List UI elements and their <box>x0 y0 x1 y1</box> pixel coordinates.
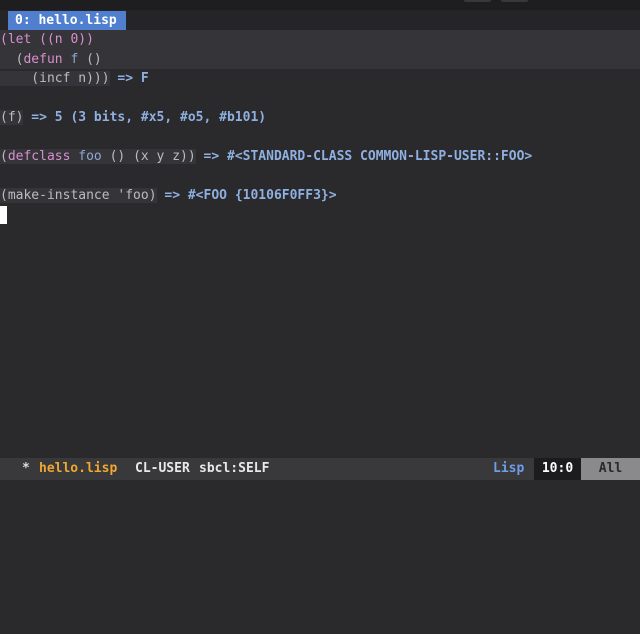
keyword: defclass <box>7 149 71 164</box>
code-line: (incf n))) => F <box>0 69 149 89</box>
code-text: ( <box>0 51 24 67</box>
text-cursor <box>0 206 7 224</box>
package-name: CL-USER <box>135 461 190 476</box>
modified-indicator: * <box>22 461 30 476</box>
eval-result: => 5 (3 bits, #x5, #o5, #b101) <box>23 110 267 125</box>
scroll-position: All <box>581 458 640 480</box>
function-name: foo <box>78 149 102 164</box>
window-button[interactable] <box>501 0 528 2</box>
code-text: () <box>78 51 102 67</box>
lisp-implementation: sbcl:SELF <box>199 461 270 476</box>
code-text: (incf n))) <box>0 71 110 86</box>
tab-hello-lisp[interactable]: 0: hello.lisp <box>8 11 126 30</box>
eval-result: => #<STANDARD-CLASS COMMON-LISP-USER::FO… <box>195 149 533 164</box>
code-line: (defclass foo () (x y z)) => #<STANDARD-… <box>0 147 532 167</box>
code-text: (f) <box>0 110 24 125</box>
buffer-name[interactable]: hello.lisp <box>39 458 117 480</box>
major-mode[interactable]: Lisp <box>493 458 524 480</box>
code-line: (let ((n 0)) <box>0 30 640 50</box>
code-line: (f) => 5 (3 bits, #x5, #o5, #b101) <box>0 108 266 128</box>
mode-line: * hello.lisp CL-USER sbcl:SELF Lisp 10:0… <box>0 458 640 480</box>
code-text: ( <box>0 149 8 164</box>
keyword: defun <box>23 51 63 67</box>
code-text: (let ((n 0)) <box>0 32 94 47</box>
window-button[interactable] <box>464 0 491 2</box>
eval-result: => #<FOO {10106F0FF3}> <box>156 188 337 203</box>
cursor-position: 10:0 <box>534 458 581 480</box>
code-line: (make-instance 'foo) => #<FOO {10106F0FF… <box>0 186 337 206</box>
title-bar <box>0 0 640 10</box>
eval-result: => F <box>109 71 149 86</box>
code-text: () (x y z)) <box>101 149 196 164</box>
code-text: (make-instance 'foo) <box>0 188 157 203</box>
code-line: (defun f () <box>0 49 640 69</box>
